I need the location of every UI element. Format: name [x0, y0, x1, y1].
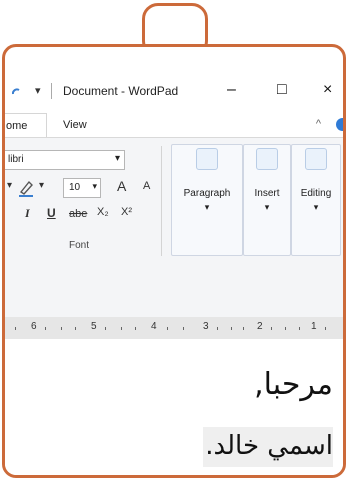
- minimize-button[interactable]: –: [227, 81, 236, 99]
- insert-button[interactable]: Insert ▾: [243, 138, 291, 250]
- document-page[interactable]: مرحبا, اسمي خالد.: [5, 339, 343, 475]
- shrink-font-button[interactable]: A: [143, 180, 150, 192]
- underline-button[interactable]: U: [47, 206, 56, 220]
- chevron-down-icon: ▾: [204, 202, 210, 212]
- chevron-down-icon: ▾: [114, 153, 120, 164]
- chevron-down-icon: ▾: [264, 202, 270, 212]
- grow-font-button[interactable]: A: [117, 178, 126, 194]
- help-icon[interactable]: [336, 118, 343, 131]
- ruler-tick: [271, 327, 272, 330]
- ruler-tick: [61, 327, 62, 330]
- menu-bar: ome View ^: [5, 113, 343, 139]
- ruler-mark: 3: [203, 321, 209, 332]
- ruler-mark: 6: [31, 321, 37, 332]
- insert-label: Insert: [254, 188, 280, 199]
- strikethrough-button[interactable]: abe: [69, 208, 87, 220]
- close-button[interactable]: ×: [323, 81, 332, 99]
- ruler-mark: 1: [311, 321, 317, 332]
- ruler-tick: [15, 327, 16, 330]
- color-dropdown-icon[interactable]: ▾: [39, 180, 44, 191]
- ruler-mark: 4: [151, 321, 157, 332]
- redo-icon[interactable]: [11, 87, 21, 97]
- window-title: Document - WordPad: [63, 84, 179, 98]
- ruler-mark: 5: [91, 321, 97, 332]
- wordpad-window: ▾ Document - WordPad – □ × ome View ^ li…: [2, 44, 346, 478]
- dropdown-arrow-icon[interactable]: ▾: [7, 180, 12, 191]
- document-line-2[interactable]: اسمي خالد.: [205, 431, 333, 461]
- paragraph-icon: [196, 148, 218, 170]
- separator: [51, 83, 52, 99]
- chevron-down-icon: ▾: [92, 181, 97, 191]
- tab-view[interactable]: View: [63, 119, 87, 131]
- subscript-button[interactable]: X₂: [97, 206, 109, 218]
- editing-button[interactable]: Editing ▾: [291, 138, 341, 250]
- ruler-tick: [231, 327, 232, 330]
- chevron-down-icon: ▾: [313, 202, 319, 212]
- font-size-dropdown[interactable]: 10 ▾: [63, 178, 101, 198]
- ruler-tick: [285, 327, 286, 330]
- font-name-value: libri: [8, 154, 24, 165]
- tab-home[interactable]: ome: [5, 113, 47, 139]
- ruler-tick: [217, 327, 218, 330]
- highlight-pen-icon[interactable]: [17, 178, 37, 198]
- collapse-ribbon-button[interactable]: ^: [316, 118, 321, 130]
- title-bar: ▾ Document - WordPad – □ ×: [5, 77, 343, 111]
- font-row-1: ▾ ▾ 10 ▾ A A: [5, 178, 175, 200]
- ribbon: libri ▾ ▾ ▾ 10 ▾ A A I U abe X₂ X² Font: [5, 137, 343, 319]
- document-line-1[interactable]: مرحبا,: [254, 367, 333, 402]
- ruler-tick: [45, 327, 46, 330]
- ruler-tick: [243, 327, 244, 330]
- ruler-tick: [135, 327, 136, 330]
- font-row-2: I U abe X₂ X²: [5, 206, 175, 228]
- picture-icon: [256, 148, 278, 170]
- superscript-button[interactable]: X²: [121, 206, 132, 218]
- paragraph-button[interactable]: Paragraph ▾: [171, 138, 243, 250]
- font-name-dropdown[interactable]: libri ▾: [5, 150, 125, 170]
- ruler-tick: [183, 327, 184, 330]
- binoculars-icon: [305, 148, 327, 170]
- ruler-tick: [75, 327, 76, 330]
- italic-button[interactable]: I: [25, 206, 30, 221]
- font-size-value: 10: [69, 182, 81, 193]
- ruler-tick: [167, 327, 168, 330]
- separator: [161, 146, 162, 256]
- ruler-tick: [325, 327, 326, 330]
- quick-access-dropdown[interactable]: ▾: [35, 84, 41, 97]
- ruler-tick: [105, 327, 106, 330]
- maximize-button[interactable]: □: [277, 81, 287, 99]
- editing-label: Editing: [300, 188, 332, 199]
- ruler-mark: 2: [257, 321, 263, 332]
- ruler-tick: [299, 327, 300, 330]
- paragraph-label: Paragraph: [183, 188, 231, 199]
- ruler-tick: [121, 327, 122, 330]
- font-group-label: Font: [69, 240, 90, 251]
- ruler: 6 5 4 3 2 1: [5, 317, 343, 340]
